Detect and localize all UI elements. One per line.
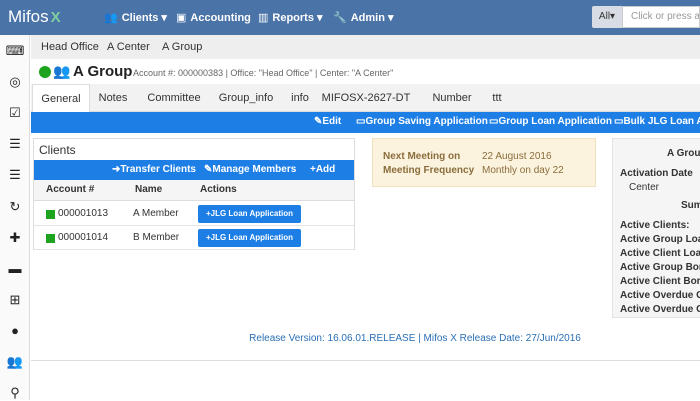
bulk-jlg-loan-application-button[interactable]: ▭Bulk JLG Loan Ap (614, 116, 700, 127)
search-scope-dropdown[interactable]: All▾ (592, 6, 622, 28)
users-icon[interactable]: 👥 (0, 354, 30, 370)
nav-clients[interactable]: 👥 Clients ▾ (104, 11, 167, 24)
transfer-clients-button[interactable]: ➜Transfer Clients (112, 164, 196, 175)
edit-button[interactable]: ✎Edit (314, 116, 341, 127)
group-icon: 👥 (53, 63, 71, 79)
mifos-x-mark: X (50, 9, 61, 26)
next-meeting-label: Next Meeting on (383, 151, 461, 162)
group-title-bar: 👥 A Group Account #: 000000383 | Office:… (31, 60, 700, 84)
top-navbar: Mifos X 👥 Clients ▾ ▣ Accounting ▥ Reports ▾… (0, 0, 700, 35)
folder-icon[interactable]: ▬ (0, 261, 30, 276)
breadcrumb-group: A Group (162, 41, 203, 53)
tab-notes[interactable]: Notes (92, 84, 134, 112)
tab-committee[interactable]: Committee (143, 84, 205, 112)
server-icon[interactable]: ☰ (0, 167, 30, 183)
tab-number[interactable]: Number (429, 84, 475, 112)
client-name[interactable]: A Member (133, 208, 179, 219)
active-client-loans-label: Active Client Loa (620, 248, 700, 259)
summary-group-name: A Group (667, 148, 700, 159)
hierarchy-icon[interactable]: ⊞ (0, 292, 30, 308)
active-client-borrowers-label: Active Client Bor (620, 276, 700, 287)
summary-heading: Sum (681, 200, 700, 211)
plus-icon[interactable]: ✚ (0, 230, 30, 246)
client-account-number[interactable]: 000001014 (58, 232, 108, 243)
activation-date-label: Activation Date (620, 168, 693, 179)
breadcrumb-center[interactable]: A Center (107, 41, 150, 53)
clients-panel: Clients ➜Transfer Clients ✎Manage Member… (33, 138, 355, 250)
tab-general[interactable]: General (32, 84, 90, 112)
active-clients-label: Active Clients: (620, 220, 690, 231)
nav-admin[interactable]: 🔧 Admin ▾ (333, 11, 394, 24)
tab-group-info[interactable]: Group_info (214, 84, 278, 112)
next-meeting-value: 22 August 2016 (482, 151, 552, 162)
clients-heading: Clients (39, 143, 76, 157)
column-actions: Actions (200, 184, 237, 195)
tab-mifosx[interactable]: MIFOSX-2627-DT (320, 84, 412, 112)
accounting-icon: ▣ (176, 12, 187, 24)
breadcrumb-head-office[interactable]: Head Office (41, 41, 99, 53)
list-icon[interactable]: ☰ (0, 136, 30, 152)
reports-icon: ▥ (258, 12, 269, 24)
summary-center: Center (629, 182, 660, 193)
clients-table-header: Account # Name Actions (34, 180, 354, 201)
client-account-number[interactable]: 000001013 (58, 208, 108, 219)
users-icon: 👥 (104, 12, 118, 24)
column-account: Account # (46, 184, 95, 195)
meeting-info-box: Next Meeting on 22 August 2016 Meeting F… (372, 138, 596, 187)
table-row[interactable]: 000001014 B Member +JLG Loan Application (34, 226, 354, 250)
breadcrumb: Head Office A Center A Group (31, 35, 700, 59)
active-group-loans-label: Active Group Loa (620, 234, 700, 245)
manage-members-button[interactable]: ✎Manage Members (204, 164, 296, 175)
keyboard-icon[interactable]: ⌨ (0, 43, 30, 59)
jlg-loan-application-button[interactable]: +JLG Loan Application (198, 205, 301, 223)
active-overdue-group-label: Active Overdue G (620, 290, 700, 301)
active-group-borrowers-label: Active Group Bor (620, 262, 700, 273)
meeting-frequency-value: Monthly on day 22 (482, 165, 564, 176)
jlg-loan-application-button[interactable]: +JLG Loan Application (198, 229, 301, 247)
column-name: Name (135, 184, 163, 195)
nav-accounting[interactable]: ▣ Accounting (176, 11, 251, 24)
map-marker-icon[interactable]: ⚲ (0, 385, 30, 401)
add-client-button[interactable]: +Add (310, 164, 335, 175)
status-active-square (46, 210, 55, 219)
footer-divider (31, 360, 700, 361)
group-saving-application-button[interactable]: ▭Group Saving Application (356, 116, 488, 127)
wrench-icon: 🔧 (333, 12, 347, 24)
release-version: Release Version: 16.06.01.RELEASE | Mifo… (249, 333, 581, 344)
tab-info[interactable]: info (287, 84, 313, 112)
clients-action-bar: ➜Transfer Clients ✎Manage Members +Add (34, 160, 354, 180)
meeting-frequency-label: Meeting Frequency (383, 165, 475, 176)
group-summary-panel: A Group Activation Date Center Sum Activ… (612, 138, 700, 318)
table-row[interactable]: 000001013 A Member +JLG Loan Application (34, 202, 354, 226)
client-name[interactable]: B Member (133, 232, 179, 243)
search-input[interactable]: Click or press alt+ (622, 6, 700, 28)
status-active-dot (39, 66, 51, 78)
active-overdue-client-label: Active Overdue C (620, 304, 700, 315)
group-loan-application-button[interactable]: ▭Group Loan Application (489, 116, 612, 127)
refresh-icon[interactable]: ↻ (0, 199, 30, 215)
checklist-icon[interactable]: ☑ (0, 105, 30, 121)
nav-reports[interactable]: ▥ Reports ▾ (258, 11, 323, 24)
tab-ttt[interactable]: ttt (487, 84, 507, 112)
tab-bar: General Notes Committee Group_info info … (31, 84, 700, 112)
group-meta: Account #: 000000383 | Office: "Head Off… (133, 68, 394, 78)
left-sidebar: ⌨ ◎ ☑ ☰ ☰ ↻ ✚ ▬ ⊞ ● 👥 ⚲ (0, 35, 30, 400)
dashboard-icon[interactable]: ◎ (0, 74, 30, 90)
page-title: A Group (73, 63, 133, 80)
group-action-bar: ✎Edit ▭Group Saving Application ▭Group L… (31, 112, 700, 133)
mifos-logo[interactable]: Mifos X (8, 7, 61, 27)
status-active-square (46, 234, 55, 243)
